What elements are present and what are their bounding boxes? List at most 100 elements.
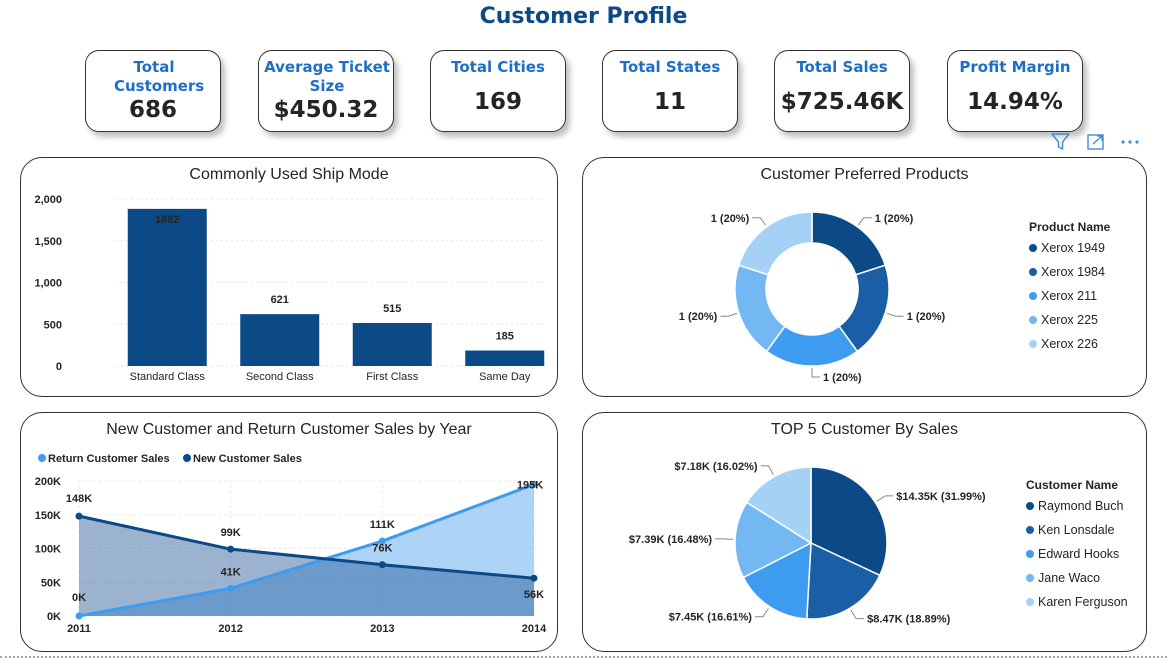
legend-item-label: Xerox 225 xyxy=(1041,313,1098,327)
legend-item-label: Xerox 1949 xyxy=(1041,241,1105,255)
y-tick-label: 1,000 xyxy=(34,278,62,290)
legend-marker xyxy=(1026,526,1034,534)
bar xyxy=(240,314,320,366)
slice-value-label: $7.18K (16.02%) xyxy=(674,461,757,473)
x-tick-label: Same Day xyxy=(479,371,531,383)
preferred-products-panel[interactable]: Customer Preferred Products 1 (20%) 1 (20… xyxy=(582,157,1147,397)
kpi-label: Average Ticket Size xyxy=(264,58,390,95)
slice-value-label: $7.45K (16.61%) xyxy=(669,612,752,624)
series-point xyxy=(75,612,83,620)
slice-value-label: 1 (20%) xyxy=(875,213,914,225)
bar-value-label: 515 xyxy=(383,303,401,315)
legend-marker xyxy=(1029,268,1037,276)
x-tick-label: Second Class xyxy=(246,371,314,383)
slice-leader-line xyxy=(850,609,865,620)
kpi-value: 686 xyxy=(128,97,177,123)
x-tick-label: 2012 xyxy=(218,623,242,635)
bar xyxy=(465,350,545,366)
kpi-card-average-ticket-size[interactable]: Average Ticket Size $450.32 xyxy=(258,50,394,132)
bar-value-label: 1882 xyxy=(155,214,179,226)
legend-marker xyxy=(1026,574,1034,582)
focus-mode-icon[interactable] xyxy=(1087,134,1104,150)
kpi-label: Total Sales xyxy=(796,58,888,76)
legend-item-label: Xerox 1984 xyxy=(1041,265,1105,279)
bar-value-label: 185 xyxy=(496,331,514,343)
legend-marker xyxy=(1029,340,1037,348)
slice-value-label: 1 (20%) xyxy=(823,372,862,384)
more-options-icon[interactable] xyxy=(1121,140,1139,144)
legend-title: Customer Name xyxy=(1026,478,1118,492)
legend-marker xyxy=(1026,502,1034,510)
ship-mode-panel[interactable]: Commonly Used Ship Mode 0 500 1,000 1,500 2,… xyxy=(20,157,558,397)
slice-value-label: $8.47K (18.89%) xyxy=(867,614,950,626)
legend-marker xyxy=(1029,316,1037,324)
y-tick-label: 50K xyxy=(41,577,61,589)
slice-leader-line xyxy=(811,368,820,378)
legend-marker xyxy=(1026,550,1034,558)
legend-item-label: Xerox 211 xyxy=(1041,289,1097,303)
slice-value-label: 1 (20%) xyxy=(679,311,718,323)
legend-item-label: Jane Waco xyxy=(1038,571,1100,585)
legend-item-label: Return Customer Sales xyxy=(48,453,170,465)
x-tick-label: 2014 xyxy=(522,623,547,635)
slice-leader-line xyxy=(886,312,904,317)
y-tick-label: 2,000 xyxy=(34,194,62,206)
data-label: 41K xyxy=(221,566,241,578)
slice-leader-line xyxy=(720,312,738,317)
y-tick-label: 150K xyxy=(35,510,61,522)
slice-leader-line xyxy=(876,495,894,502)
page-bottom-border xyxy=(0,656,1167,658)
bar-value-label: 621 xyxy=(271,294,289,306)
pie-slice xyxy=(737,211,813,276)
slice-leader-line xyxy=(858,217,872,226)
data-label: 195K xyxy=(517,479,543,491)
slice-value-label: 1 (20%) xyxy=(711,213,750,225)
legend-marker xyxy=(1029,292,1037,300)
slice-leader-line xyxy=(752,217,766,226)
customer-sales-by-year-panel[interactable]: New Customer and Return Customer Sales b… xyxy=(20,412,558,652)
series-point xyxy=(227,584,235,592)
kpi-card-total-customers[interactable]: Total Customers 686 xyxy=(85,50,221,132)
kpi-value: 14.94% xyxy=(967,89,1063,115)
kpi-card-total-sales[interactable]: Total Sales $725.46K xyxy=(774,50,910,132)
customer-sales-area-chart: 0K 50K 100K 150K 200K 2011 2012 2013 2014 0K 41K 11… xyxy=(35,453,547,635)
top-customers-panel[interactable]: TOP 5 Customer By Sales $14.35K (31.99%)… xyxy=(582,412,1147,652)
slice-leader-line xyxy=(754,608,769,618)
ship-mode-bar-chart: 0 500 1,000 1,500 2,000 1882 Standard Class 621… xyxy=(34,194,546,383)
y-tick-label: 500 xyxy=(44,319,62,331)
kpi-card-total-states[interactable]: Total States 11 xyxy=(602,50,738,132)
data-label: 0K xyxy=(72,592,86,604)
data-label: 76K xyxy=(372,543,392,555)
legend-item-label: Ken Lonsdale xyxy=(1038,523,1115,537)
slice-leader-line xyxy=(760,465,774,475)
kpi-card-total-cities[interactable]: Total Cities 169 xyxy=(430,50,566,132)
visual-toolbar xyxy=(1050,132,1145,152)
kpi-label: Total States xyxy=(619,58,721,76)
data-label: 148K xyxy=(66,493,92,505)
y-tick-label: 1,500 xyxy=(34,236,62,248)
series-point xyxy=(227,545,235,553)
kpi-value: 11 xyxy=(653,89,686,115)
legend-item-label: Xerox 226 xyxy=(1041,337,1098,351)
data-label: 56K xyxy=(524,589,544,601)
legend-marker xyxy=(38,454,46,462)
kpi-label: Total Cities xyxy=(451,58,545,76)
data-label: 111K xyxy=(370,519,395,531)
bar xyxy=(127,208,207,366)
legend-marker xyxy=(1029,244,1037,252)
legend-marker xyxy=(1026,598,1034,606)
kpi-card-profit-margin[interactable]: Profit Margin 14.94% xyxy=(947,50,1083,132)
legend-marker xyxy=(183,454,191,462)
kpi-label: Profit Margin xyxy=(959,58,1071,76)
x-tick-label: 2011 xyxy=(67,623,91,635)
kpi-value: $725.46K xyxy=(780,89,904,115)
y-tick-label: 0K xyxy=(47,611,61,623)
legend-item-label: New Customer Sales xyxy=(193,453,302,465)
legend-item-label: Raymond Buch xyxy=(1038,499,1124,513)
page-title: Customer Profile xyxy=(479,4,688,29)
data-label: 99K xyxy=(221,527,241,539)
kpi-value: $450.32 xyxy=(273,97,379,123)
bar xyxy=(352,322,432,366)
y-tick-label: 100K xyxy=(35,544,61,556)
filter-icon[interactable] xyxy=(1051,133,1070,150)
